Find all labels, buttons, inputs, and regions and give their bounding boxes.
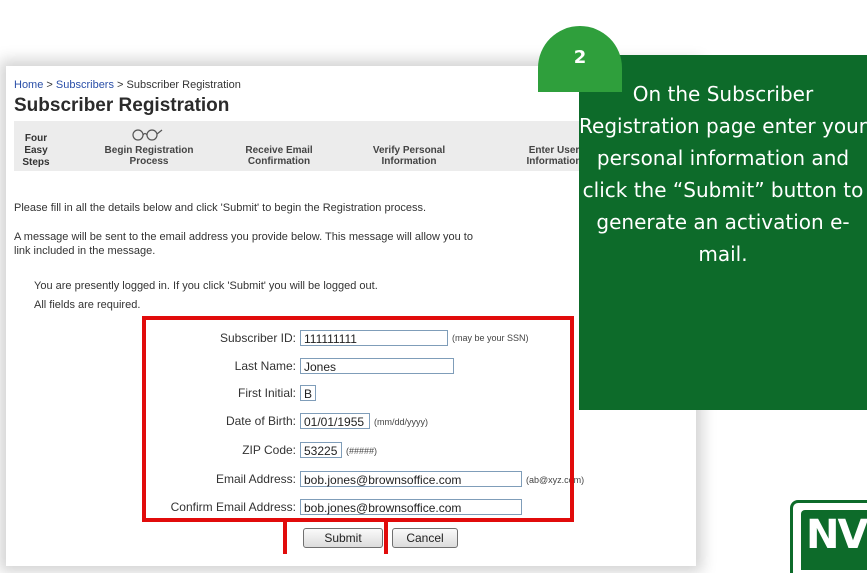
step-begin-registration: Begin Registration Process bbox=[84, 145, 214, 167]
step-label: Confirmation bbox=[247, 156, 311, 167]
breadcrumb-separator: > bbox=[113, 79, 127, 91]
instruction-text: Please fill in all the details below and… bbox=[14, 202, 427, 214]
page-title: Subscriber Registration bbox=[14, 95, 230, 116]
submit-highlight bbox=[283, 518, 388, 554]
logged-in-notice: You are presently logged in. If you clic… bbox=[34, 280, 378, 292]
step-verify-personal: Verify Personal Information bbox=[344, 145, 474, 167]
breadcrumb-home-link[interactable]: Home bbox=[14, 79, 43, 91]
step-label: Process bbox=[129, 156, 169, 167]
step-label: Receive Email bbox=[245, 145, 313, 156]
step-label: Information bbox=[381, 156, 437, 167]
instruction-text: A message will be sent to the email addr… bbox=[14, 231, 473, 243]
logo-text: NV bbox=[806, 512, 867, 558]
step-label: Begin Registration bbox=[104, 145, 194, 156]
step-label: Verify Personal bbox=[372, 145, 446, 156]
steps-header-line: Easy bbox=[24, 145, 48, 156]
instruction-text: link included in the message. bbox=[14, 245, 156, 257]
breadcrumb-separator: > bbox=[43, 79, 56, 91]
breadcrumb-subscribers-link[interactable]: Subscribers bbox=[56, 79, 114, 91]
callout-text: On the Subscriber Registration page ente… bbox=[579, 82, 867, 266]
steps-header: Four Easy Steps bbox=[18, 133, 54, 169]
form-fields-highlight bbox=[142, 316, 574, 522]
steps-header-line: Four bbox=[24, 133, 48, 144]
cancel-button[interactable]: Cancel bbox=[392, 528, 458, 548]
registration-steps-bar: Four Easy Steps Begin Registration Proce… bbox=[14, 121, 614, 171]
glasses-icon bbox=[132, 129, 163, 141]
steps-header-line: Steps bbox=[22, 157, 50, 168]
required-notice: All fields are required. bbox=[34, 299, 141, 311]
breadcrumb: Home > Subscribers > Subscriber Registra… bbox=[14, 79, 241, 91]
breadcrumb-current: Subscriber Registration bbox=[126, 79, 241, 91]
step-receive-email: Receive Email Confirmation bbox=[219, 145, 339, 167]
